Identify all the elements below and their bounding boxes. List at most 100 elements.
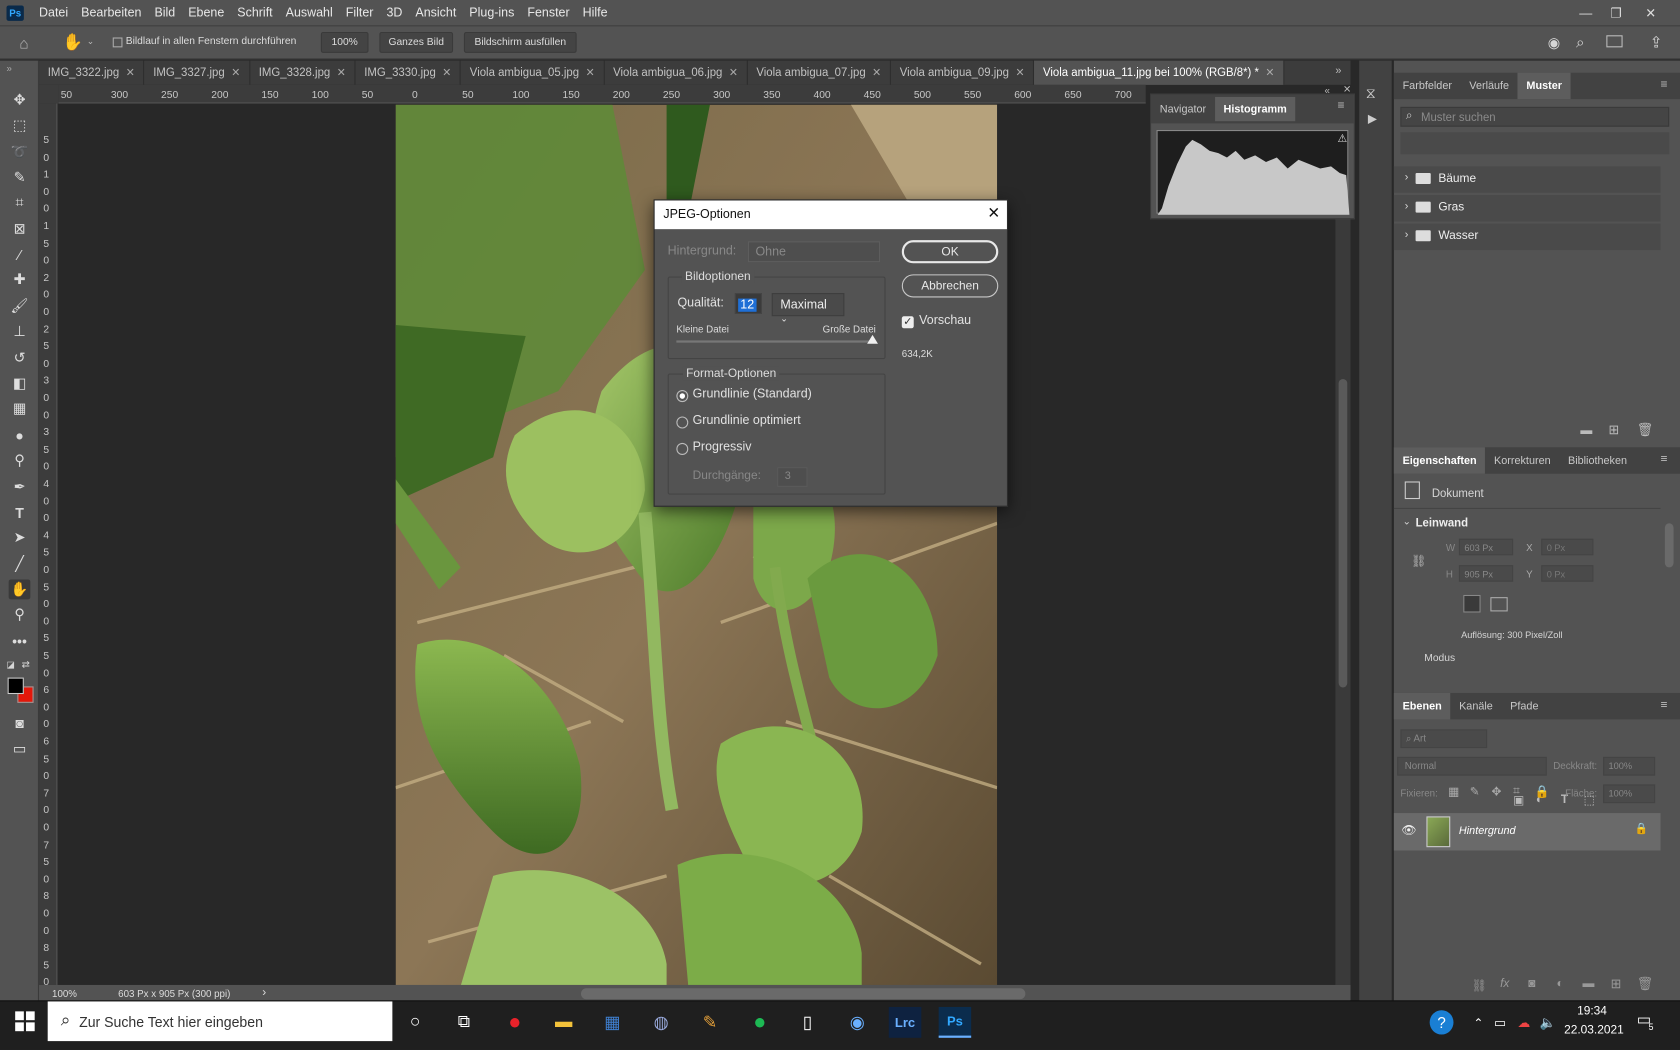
quality-slider-track[interactable] [676, 334, 878, 344]
lock-artboard-icon[interactable]: ⌗ [1513, 784, 1520, 798]
hand-tool-active-icon[interactable]: ✋ [8, 579, 31, 600]
vertical-scrollbar[interactable] [1335, 103, 1351, 985]
healing-brush-icon[interactable]: ✚ [9, 270, 31, 290]
width-input[interactable]: 603 Px [1458, 538, 1514, 556]
lock-paint-icon[interactable]: ✎ [1470, 784, 1480, 799]
preview-checkbox[interactable]: ✓ [901, 316, 914, 329]
radio-baseline-optimized-label[interactable]: Grundlinie optimiert [693, 414, 801, 427]
chevron-down-icon[interactable]: ⌄ [1403, 516, 1411, 528]
tab-muster[interactable]: Muster [1517, 72, 1571, 100]
landscape-icon[interactable] [1490, 597, 1508, 612]
layer-name[interactable]: Hintergrund [1459, 825, 1516, 837]
screen-mode-icon[interactable]: ▭ [9, 739, 31, 759]
radio-baseline-standard[interactable] [676, 390, 689, 403]
tab-pfade[interactable]: Pfade [1501, 693, 1547, 719]
volume-icon[interactable]: 🔈 [1532, 1007, 1565, 1038]
warning-icon[interactable]: ⚠ [1338, 133, 1348, 145]
panel-menu-icon[interactable]: ≡ [1661, 453, 1668, 466]
panel-menu-icon[interactable]: ≡ [1661, 698, 1668, 711]
quality-slider-thumb[interactable] [867, 334, 878, 344]
move-tool-icon[interactable]: ✥ [9, 90, 31, 110]
menu-schrift[interactable]: Schrift [231, 6, 279, 19]
chevron-down-icon[interactable]: ⌄ [87, 36, 94, 46]
close-tab-icon[interactable]: ✕ [729, 67, 738, 79]
collapse-icon[interactable]: » [7, 63, 12, 74]
radio-baseline-standard-label[interactable]: Grundlinie (Standard) [693, 388, 812, 401]
pencil-app-icon[interactable]: ✎ [694, 1007, 727, 1038]
pattern-search-input[interactable]: ⌕ Muster suchen [1400, 106, 1670, 127]
quick-mask-icon[interactable]: ◙ [9, 713, 31, 733]
user-icon[interactable]: ◉ [1548, 34, 1560, 52]
tab-farbfelder[interactable]: Farbfelder [1394, 73, 1461, 99]
ok-button[interactable]: OK [901, 240, 999, 264]
scroll-thumb[interactable] [1338, 378, 1348, 688]
chevron-right-icon[interactable]: › [1405, 229, 1409, 241]
eyedropper-icon[interactable]: ⁄ [9, 245, 31, 265]
workspace-icon[interactable] [1606, 35, 1623, 48]
tabs-overflow-icon[interactable]: » [1335, 65, 1341, 77]
dialog-close-icon[interactable]: ✕ [987, 204, 1000, 223]
file-explorer-icon[interactable]: ▬ [547, 1007, 580, 1038]
menu-plugins[interactable]: Plug-ins [463, 6, 521, 19]
fit-screen-button[interactable]: Ganzes Bild [379, 31, 454, 53]
y-input[interactable]: 0 Px [1541, 565, 1594, 582]
menu-hilfe[interactable]: Hilfe [576, 6, 614, 19]
chevron-right-icon[interactable]: › [1405, 172, 1409, 184]
brush-tool-icon[interactable]: 🖌 [9, 296, 31, 316]
blur-tool-icon[interactable]: ● [9, 425, 31, 445]
status-zoom[interactable]: 100% [52, 988, 77, 999]
menu-bild[interactable]: Bild [148, 6, 182, 19]
visibility-eye-icon[interactable]: 👁 [1401, 823, 1416, 837]
tab-histogram[interactable]: Histogramm [1214, 96, 1296, 122]
blend-mode-select[interactable]: Normal [1397, 756, 1547, 776]
x-input[interactable]: 0 Px [1541, 538, 1594, 556]
close-tab-icon[interactable]: ✕ [231, 67, 240, 79]
photoshop-taskbar-icon[interactable]: Ps [938, 1006, 972, 1038]
zoom-tool-icon[interactable]: ⚲ [9, 605, 31, 625]
fill-screen-button[interactable]: Bildschirm ausfüllen [463, 31, 577, 53]
close-tab-icon[interactable]: ✕ [337, 67, 346, 79]
share-icon[interactable]: ⇪ [1650, 33, 1663, 52]
trash-icon[interactable]: 🗑 [1637, 422, 1654, 437]
zoom-100-button[interactable]: 100% [320, 31, 369, 53]
paint-icon[interactable]: ◍ [645, 1007, 678, 1038]
add-mask-icon[interactable]: ◙ [1528, 977, 1535, 990]
new-pattern-icon[interactable]: ⊞ [1609, 422, 1620, 437]
menu-datei[interactable]: Datei [33, 6, 75, 19]
link-layers-icon[interactable]: ⛓ [1472, 978, 1487, 992]
layer-lock-icon[interactable]: 🔒 [1635, 823, 1648, 835]
menu-ansicht[interactable]: Ansicht [409, 6, 463, 19]
preview-label[interactable]: Vorschau [919, 314, 971, 327]
portrait-icon[interactable] [1463, 594, 1481, 613]
canvas-section-title[interactable]: Leinwand [1416, 517, 1468, 530]
height-input[interactable]: 905 Px [1458, 565, 1514, 582]
opera-icon[interactable]: ● [499, 1007, 532, 1038]
path-select-icon[interactable]: ➤ [9, 528, 31, 548]
properties-scroll-thumb[interactable] [1664, 523, 1674, 568]
history-panel-icon[interactable]: ⧖ [1366, 85, 1376, 103]
tab-bibliotheken[interactable]: Bibliotheken [1559, 447, 1635, 473]
crop-tool-icon[interactable]: ⌗ [9, 193, 31, 213]
more-tools-icon[interactable]: ••• [9, 631, 31, 651]
close-tab-icon[interactable]: ✕ [872, 67, 881, 79]
tab-verlaeufe[interactable]: Verläufe [1461, 73, 1518, 99]
spotify-icon[interactable]: ● [744, 1007, 777, 1038]
clock-time[interactable]: 19:34 [1577, 1005, 1607, 1018]
tab-img-3328[interactable]: IMG_3328.jpg ✕ [250, 60, 356, 85]
default-colors-icon[interactable]: ◪ [7, 660, 15, 670]
taskbar-search-input[interactable]: ⌕ Zur Suche Text hier eingeben [47, 1001, 393, 1042]
scroll-all-checkbox[interactable] [112, 37, 123, 48]
opacity-input[interactable]: 100% [1603, 756, 1656, 776]
tab-viola-06[interactable]: Viola ambigua_06.jpg ✕ [604, 60, 748, 85]
windows-start-icon[interactable] [15, 1011, 35, 1032]
close-tab-icon[interactable]: ✕ [586, 67, 595, 79]
hand-tool-icon[interactable]: ✋ [63, 32, 83, 52]
status-chevron-icon[interactable]: › [262, 986, 266, 999]
close-icon[interactable]: ✕ [1635, 0, 1668, 25]
tab-kanaele[interactable]: Kanäle [1450, 693, 1501, 719]
close-tab-icon[interactable]: ✕ [442, 67, 451, 79]
new-group-icon[interactable]: ▬ [1580, 424, 1592, 437]
foreground-color-swatch[interactable] [7, 677, 24, 695]
menu-ebene[interactable]: Ebene [182, 6, 231, 19]
radio-progressive[interactable] [676, 442, 689, 456]
